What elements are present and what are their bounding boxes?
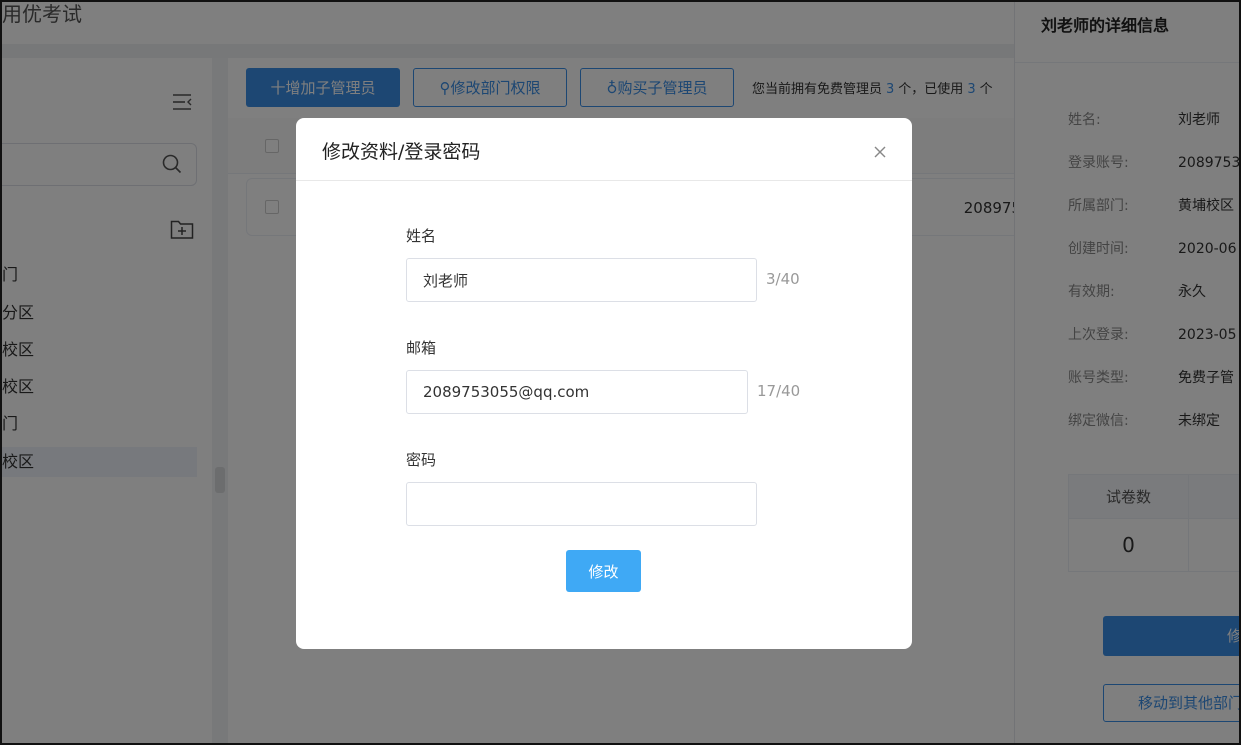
app-window: 用优考试 门 分区 校区 校区 门 校区 十增加子管理员 (0, 0, 1241, 745)
password-label: 密码 (406, 451, 437, 469)
submit-button[interactable]: 修改 (566, 550, 641, 592)
modal-title: 修改资料/登录密码 (322, 141, 481, 163)
name-label: 姓名 (406, 227, 437, 245)
email-field[interactable] (406, 370, 748, 414)
close-icon[interactable] (872, 144, 888, 160)
modal-divider (296, 180, 912, 181)
password-field[interactable] (406, 482, 757, 526)
edit-profile-modal: 修改资料/登录密码 姓名 3/40 邮箱 17/40 密码 修改 (296, 118, 912, 649)
name-char-count: 3/40 (766, 270, 800, 288)
email-char-count: 17/40 (757, 382, 801, 400)
email-label: 邮箱 (406, 339, 437, 357)
name-field[interactable] (406, 258, 757, 302)
